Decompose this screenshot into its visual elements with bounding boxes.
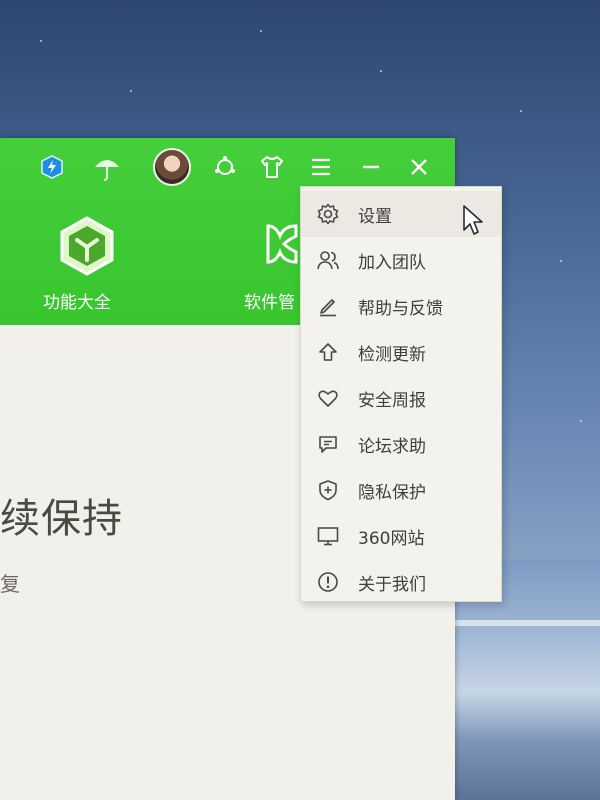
star <box>260 30 262 32</box>
menu-item-about-us[interactable]: 关于我们 <box>301 559 501 605</box>
star <box>580 420 582 422</box>
team-icon <box>314 246 342 274</box>
chat-icon <box>314 430 342 458</box>
avatar[interactable] <box>153 148 191 186</box>
lightning-shield-icon[interactable] <box>37 152 67 182</box>
menu-item-label: 加入团队 <box>358 252 426 273</box>
star <box>40 40 42 42</box>
star <box>520 110 522 112</box>
menu-item-360-website[interactable]: 360网站 <box>301 513 501 559</box>
menu-item-label: 安全周报 <box>358 390 426 411</box>
content-subtext: 复 <box>0 572 20 596</box>
nav-item-features-label[interactable]: 功能大全 <box>43 288 111 313</box>
menu-item-privacy[interactable]: 隐私保护 <box>301 467 501 513</box>
nav-item-software-label[interactable]: 软件管 <box>244 288 295 313</box>
menu-item-label: 关于我们 <box>358 574 426 595</box>
menu-item-join-team[interactable]: 加入团队 <box>301 237 501 283</box>
pencil-icon <box>314 292 342 320</box>
star <box>380 70 382 72</box>
menu-item-label: 检测更新 <box>358 344 426 365</box>
info-icon <box>314 568 342 596</box>
content-heading: 续保持 <box>0 496 123 542</box>
upload-arrow-icon <box>314 338 342 366</box>
menu-item-label: 隐私保护 <box>358 482 426 503</box>
close-icon[interactable] <box>404 152 434 182</box>
cube-icon[interactable] <box>58 216 116 280</box>
shirt-icon[interactable] <box>257 152 287 182</box>
menu-item-forum-help[interactable]: 论坛求助 <box>301 421 501 467</box>
main-menu-dropdown: 设置 加入团队 帮助与反馈 检测更新 安全周报 论坛求助 隐私保护 360网站 … <box>300 186 502 602</box>
menu-item-label: 论坛求助 <box>358 436 426 457</box>
menu-item-check-update[interactable]: 检测更新 <box>301 329 501 375</box>
software-manager-icon[interactable] <box>262 222 302 270</box>
skin-icon[interactable] <box>210 152 240 182</box>
menu-item-security-report[interactable]: 安全周报 <box>301 375 501 421</box>
menu-item-help-feedback[interactable]: 帮助与反馈 <box>301 283 501 329</box>
heart-icon <box>314 384 342 412</box>
monitor-icon <box>314 522 342 550</box>
shield-plus-icon <box>314 476 342 504</box>
star <box>560 260 562 262</box>
menu-icon[interactable] <box>306 152 336 182</box>
minimize-icon[interactable] <box>356 152 386 182</box>
horizon-line <box>440 620 600 626</box>
umbrella-icon[interactable] <box>92 152 122 182</box>
star <box>130 90 132 92</box>
menu-item-label: 设置 <box>358 206 392 227</box>
mouse-cursor-icon <box>462 204 486 240</box>
menu-item-label: 帮助与反馈 <box>358 298 443 319</box>
menu-item-label: 360网站 <box>358 528 425 549</box>
gear-icon <box>314 200 342 228</box>
